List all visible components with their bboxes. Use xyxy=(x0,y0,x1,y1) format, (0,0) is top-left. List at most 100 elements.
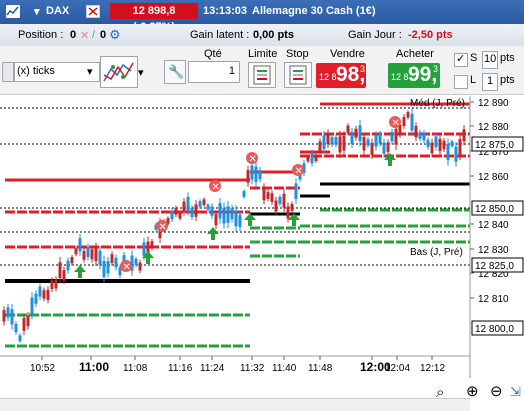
candle-body xyxy=(342,136,346,151)
scrollbar[interactable] xyxy=(0,398,470,411)
candle-body xyxy=(202,199,206,205)
price-tick-label: 12 840 xyxy=(478,220,509,231)
stop-order-button[interactable] xyxy=(284,62,312,88)
candle-body xyxy=(346,125,350,133)
price-highlight-label: 12 850,0 xyxy=(475,204,514,215)
candle-body xyxy=(338,136,342,153)
candle-body xyxy=(106,261,110,274)
l-points-input[interactable]: 1 xyxy=(482,73,498,91)
buy-fill-arrow-icon xyxy=(207,227,219,240)
fit-zoom-icon[interactable]: ⌕ xyxy=(436,384,444,401)
indicators-dropdown-icon[interactable]: ▾ xyxy=(138,66,144,79)
close-icon: ✕ xyxy=(295,166,303,177)
limit-order-button[interactable] xyxy=(248,62,276,88)
candle-body xyxy=(50,280,54,290)
orders-value: 0 xyxy=(100,29,107,41)
candle-body xyxy=(62,270,66,281)
qty-input[interactable]: 1 xyxy=(188,61,240,83)
candle-body xyxy=(90,249,94,260)
l-pts-unit: pts xyxy=(500,74,515,86)
candle-body xyxy=(282,193,286,208)
wrench-icon: 🔧 xyxy=(168,64,185,79)
stop-label: Stop xyxy=(286,48,309,60)
s-pts-unit: pts xyxy=(500,52,515,64)
pan-icon[interactable]: ⇲ xyxy=(510,384,521,400)
candle-body xyxy=(410,113,414,131)
price-highlight-label: 12 825,0 xyxy=(475,261,514,272)
candle-body xyxy=(386,142,390,152)
limit-order-icon xyxy=(253,65,271,85)
sell-button[interactable]: 12 8 98, 3 xyxy=(316,63,366,88)
price-change-badge: 12 898,8 (-0,27%) xyxy=(110,3,198,33)
candle-body xyxy=(210,206,214,216)
candle-body xyxy=(18,335,22,342)
candle-body xyxy=(454,146,458,162)
candle-body xyxy=(434,136,438,148)
candle-body xyxy=(322,135,326,150)
latent-value: 0,00 pts xyxy=(253,29,294,41)
candle-body xyxy=(390,132,394,142)
tools-button[interactable]: 🔧 xyxy=(164,60,186,84)
price-highlight-label: 12 800,0 xyxy=(475,324,514,335)
zoom-in-icon[interactable]: ⊕ xyxy=(466,382,479,400)
candle-body xyxy=(258,170,262,180)
price-tick-label: 12 860 xyxy=(478,172,509,183)
clock-time: 13:13:03 xyxy=(203,5,248,17)
close-icon: ✕ xyxy=(392,118,400,129)
stop-order-icon xyxy=(289,65,307,85)
candle-body xyxy=(222,207,226,224)
time-tick-label: 11:24 xyxy=(200,363,225,374)
candle-body xyxy=(94,247,98,262)
candle-body xyxy=(254,166,258,182)
candle-body xyxy=(350,132,354,144)
chart-icon[interactable] xyxy=(6,5,20,18)
indicators-button[interactable] xyxy=(100,56,138,88)
candle-body xyxy=(34,293,38,304)
candle-body xyxy=(26,315,30,327)
candle-body xyxy=(198,201,202,207)
s-points-input[interactable]: 10 xyxy=(482,51,498,69)
latent-label: Gain latent : xyxy=(190,29,250,41)
dropdown-chevron-icon[interactable]: ▾ xyxy=(34,5,40,18)
candle-body xyxy=(142,242,146,256)
sell-price-decimal: 3 xyxy=(360,64,366,74)
candle-body xyxy=(150,241,154,249)
candle-body xyxy=(442,140,446,150)
interval-value: (x) ticks xyxy=(17,65,55,77)
instrument-name[interactable]: DAX xyxy=(46,5,69,17)
candle-body xyxy=(426,139,430,148)
buy-price-decimal: 3 xyxy=(433,64,439,74)
price-chart[interactable]: ✕✕✕✕✕✕ 12 89012 88012 87012 86012 84012 … xyxy=(0,96,524,396)
s-points-value: 10 xyxy=(484,53,497,65)
time-tick-label: 11:00 xyxy=(79,360,109,374)
buy-price-prefix: 12 8 xyxy=(391,72,409,82)
candle-body xyxy=(310,153,314,164)
time-tick-label: 11:48 xyxy=(308,363,333,374)
close-position-icon[interactable]: ✕ xyxy=(80,29,89,42)
sell-price-prefix: 12 8 xyxy=(319,72,337,82)
candle-body xyxy=(218,202,222,219)
candle-body xyxy=(418,132,422,139)
candle-body xyxy=(362,137,366,151)
settings-gear-icon[interactable]: ⚙ xyxy=(109,27,121,43)
qty-value: 1 xyxy=(228,65,235,77)
title-bar: ▾ DAX 12 898,8 (-0,27%) 13:13:03 Allemag… xyxy=(0,0,524,33)
separator: / xyxy=(92,29,96,41)
buy-button[interactable]: 12 8 99, 3 xyxy=(388,63,440,88)
l-checkbox[interactable] xyxy=(454,75,468,89)
zoom-out-icon[interactable]: ⊖ xyxy=(490,382,503,400)
time-tick-label: 11:32 xyxy=(240,363,265,374)
candle-body xyxy=(242,191,246,197)
chart-style-button[interactable] xyxy=(2,62,14,82)
candle-body xyxy=(318,141,322,151)
checkmark-icon: ✓ xyxy=(456,53,466,65)
candle-body xyxy=(174,207,178,215)
candle-body xyxy=(38,286,42,297)
candle-body xyxy=(206,204,210,210)
candle-body xyxy=(430,142,434,154)
candle-body xyxy=(86,246,90,257)
interval-select[interactable]: (x) ticks ▾ xyxy=(14,62,100,82)
chevron-down-icon: ▾ xyxy=(87,66,93,78)
candle-body xyxy=(182,201,186,213)
s-checkbox[interactable]: ✓ xyxy=(454,53,468,67)
